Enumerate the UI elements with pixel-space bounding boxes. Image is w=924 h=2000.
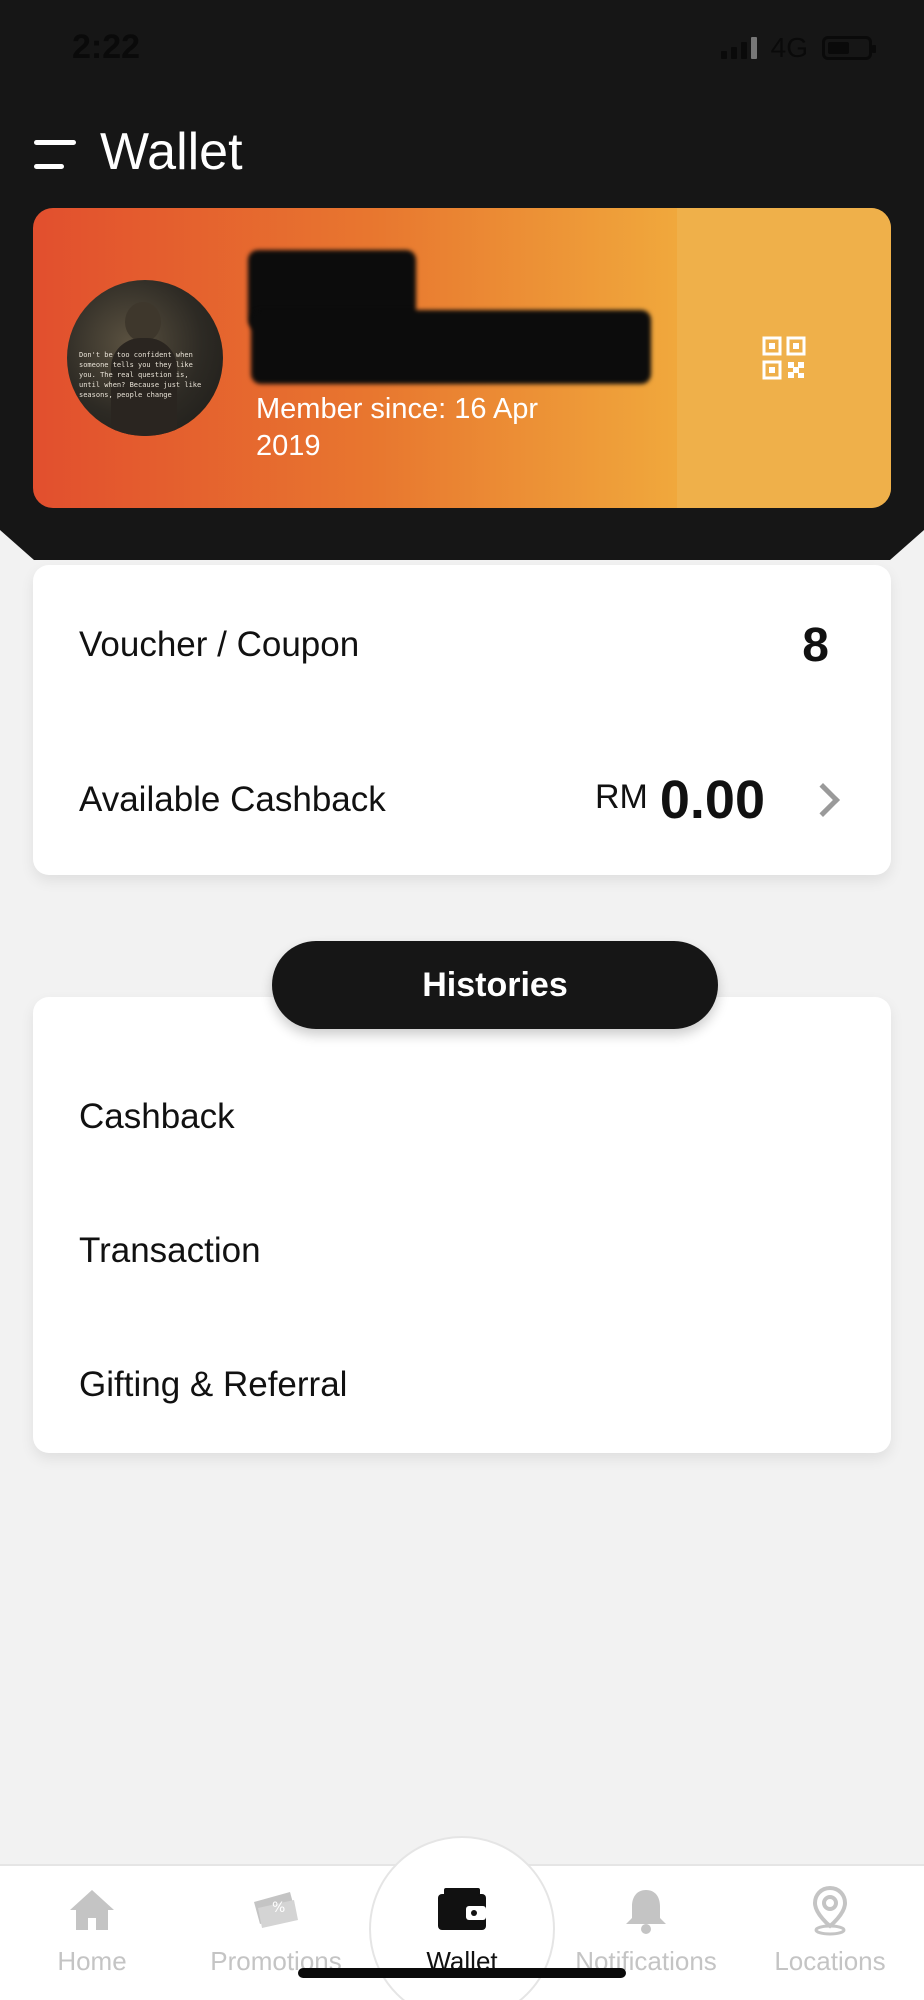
signal-icon (720, 37, 757, 59)
nav-locations[interactable]: Locations (738, 1884, 922, 1977)
nav-home-label: Home (57, 1946, 127, 1976)
member-since-label: Member since: (256, 393, 447, 425)
nav-wallet[interactable]: Wallet (370, 1884, 554, 1977)
cashback-amount: 0.00 (659, 770, 765, 830)
history-item-gifting-referral[interactable]: Gifting & Referral (79, 1365, 347, 1405)
svg-text:%: % (272, 1900, 285, 1916)
cashback-currency: RM (595, 778, 648, 816)
member-since: Member since: 16 Apr 2019 (256, 391, 596, 465)
promotions-icon: % (254, 1892, 298, 1928)
location-pin-icon (812, 1885, 848, 1936)
hamburger-menu-icon[interactable] (34, 138, 78, 172)
home-indicator (298, 1968, 626, 1978)
history-item-transaction[interactable]: Transaction (79, 1231, 261, 1271)
histories-card: Cashback Transaction Gifting & Referral (33, 997, 891, 1453)
bell-icon (626, 1890, 666, 1934)
member-card: Don't be too confident when someone tell… (33, 208, 891, 508)
cashback-row[interactable]: Available Cashback RM 0.00 (33, 740, 891, 860)
redacted-id (251, 310, 651, 384)
cashback-label: Available Cashback (79, 780, 386, 819)
page-title: Wallet (100, 123, 243, 181)
status-time: 2:22 (72, 28, 141, 66)
chevron-right-icon (806, 783, 840, 817)
avatar-quote: Don't be too confident when someone tell… (79, 351, 202, 399)
nav-locations-label: Locations (774, 1946, 886, 1976)
voucher-count: 8 (802, 618, 829, 672)
nav-notifications[interactable]: Notifications (554, 1884, 738, 1977)
histories-header: Histories (272, 941, 718, 1029)
status-bar: 2:22 4G (0, 0, 924, 100)
home-icon (70, 1890, 114, 1930)
voucher-label: Voucher / Coupon (79, 625, 360, 664)
status-indicators: 4G (720, 32, 876, 64)
nav-home[interactable]: Home (0, 1884, 184, 1977)
cashback-value: RM 0.00 (595, 769, 765, 831)
wallet-summary-card: Voucher / Coupon 8 Available Cashback RM… (33, 565, 891, 875)
history-item-cashback[interactable]: Cashback (79, 1097, 235, 1137)
qr-code-button[interactable] (677, 208, 891, 508)
avatar[interactable]: Don't be too confident when someone tell… (67, 280, 223, 436)
network-type: 4G (770, 32, 808, 63)
wallet-icon (438, 1888, 486, 1930)
battery-icon (822, 36, 876, 60)
voucher-row[interactable]: Voucher / Coupon 8 (33, 585, 891, 705)
qr-code-icon (762, 336, 806, 380)
nav-promotions[interactable]: % Promotions (184, 1884, 368, 1977)
